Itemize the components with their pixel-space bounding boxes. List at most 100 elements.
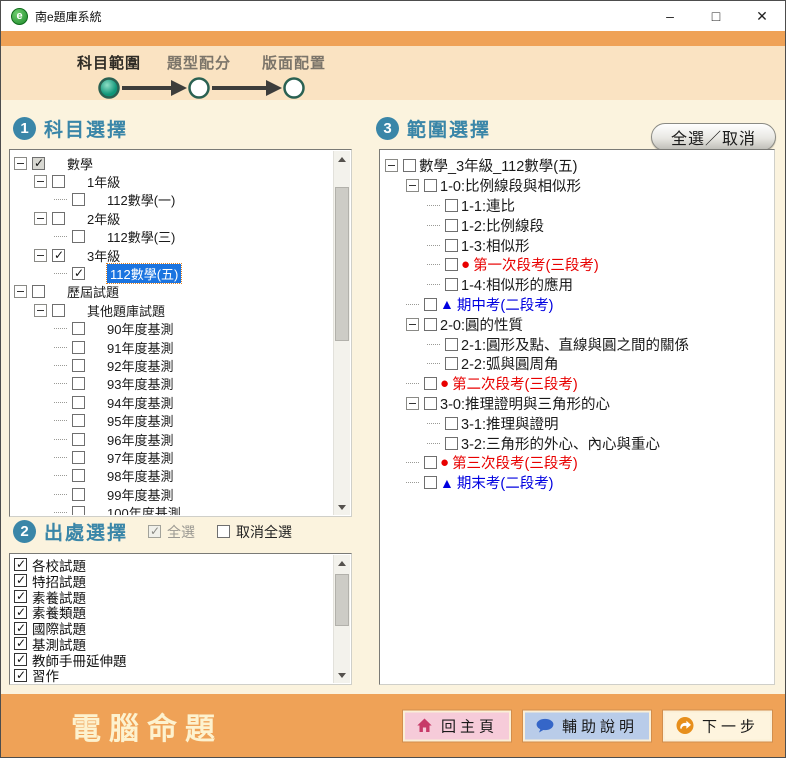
source-checkbox[interactable] <box>14 637 27 650</box>
tree-item-label[interactable]: 2-1:圓形及點、直線與圓之間的關係 <box>461 334 689 355</box>
tree-checkbox[interactable] <box>52 175 65 188</box>
tree-checkbox[interactable] <box>445 239 458 252</box>
tree-item-label[interactable]: 92年度基測 <box>107 356 173 375</box>
tree-checkbox[interactable] <box>424 318 437 331</box>
tree-item-label[interactable]: 1-0:比例線段與相似形 <box>440 175 581 196</box>
tree-checkbox[interactable] <box>72 377 85 390</box>
tree-checkbox[interactable] <box>72 414 85 427</box>
tree-item-label[interactable]: 第三次段考(三段考) <box>452 452 578 473</box>
tree-checkbox[interactable] <box>52 249 65 262</box>
tree-checkbox[interactable] <box>72 267 85 280</box>
expand-collapse-toggle[interactable] <box>406 318 419 331</box>
tree-item-label[interactable]: 94年度基測 <box>107 393 173 412</box>
tree-checkbox[interactable] <box>72 396 85 409</box>
tree-item-label[interactable]: 數學_3年級_112數學(五) <box>419 155 577 176</box>
minimize-button[interactable]: – <box>647 1 693 31</box>
deselect-all-control[interactable]: 取消全選 <box>217 522 292 542</box>
expand-collapse-toggle[interactable] <box>34 212 47 225</box>
tree-item-label[interactable]: 數學 <box>67 154 93 173</box>
tree-item-label[interactable]: 第二次段考(三段考) <box>452 373 578 394</box>
scroll-up-button[interactable] <box>334 151 350 167</box>
tree-checkbox[interactable] <box>72 193 85 206</box>
tree-checkbox[interactable] <box>445 219 458 232</box>
tree-item-label[interactable]: 91年度基測 <box>107 338 173 357</box>
source-list-scrollbar[interactable] <box>333 555 350 683</box>
expand-collapse-toggle[interactable] <box>14 285 27 298</box>
tree-item-label[interactable]: 95年度基測 <box>107 411 173 430</box>
expand-collapse-toggle[interactable] <box>34 304 47 317</box>
tree-checkbox[interactable] <box>445 338 458 351</box>
tree-checkbox[interactable] <box>72 488 85 501</box>
tree-checkbox[interactable] <box>72 230 85 243</box>
source-checkbox[interactable] <box>14 574 27 587</box>
tree-checkbox[interactable] <box>424 298 437 311</box>
tree-item-label[interactable]: 2年級 <box>87 209 120 228</box>
scrollbar-thumb[interactable] <box>335 187 349 341</box>
source-checkbox[interactable] <box>14 653 27 666</box>
tree-item-label[interactable]: 1年級 <box>87 172 120 191</box>
tree-item-label[interactable]: 其他題庫試題 <box>87 301 165 320</box>
help-button[interactable]: 輔助說明 <box>523 710 651 741</box>
tree-item-label[interactable]: 96年度基測 <box>107 430 173 449</box>
tree-item-label[interactable]: 歷屆試題 <box>67 282 119 301</box>
tree-checkbox[interactable] <box>445 199 458 212</box>
tree-checkbox[interactable] <box>424 377 437 390</box>
tree-checkbox[interactable] <box>445 258 458 271</box>
source-checkbox[interactable] <box>14 669 27 682</box>
tree-item-label[interactable]: 3-1:推理與證明 <box>461 413 559 434</box>
scroll-up-button[interactable] <box>334 555 350 571</box>
deselect-all-checkbox[interactable] <box>217 525 230 538</box>
tree-checkbox[interactable] <box>72 506 85 515</box>
tree-item-label[interactable]: 112數學(五) <box>107 264 181 283</box>
tree-item-label[interactable]: 2-2:弧與圓周角 <box>461 353 559 374</box>
home-button[interactable]: 回主頁 <box>403 710 511 741</box>
expand-collapse-toggle[interactable] <box>34 175 47 188</box>
tree-item-label[interactable]: 1-1:連比 <box>461 195 515 216</box>
expand-collapse-toggle[interactable] <box>406 397 419 410</box>
tree-checkbox[interactable] <box>445 437 458 450</box>
expand-collapse-toggle[interactable] <box>14 157 27 170</box>
tree-item-label[interactable]: 1-2:比例線段 <box>461 215 544 236</box>
close-button[interactable]: ✕ <box>739 1 785 31</box>
tree-item-label[interactable]: 97年度基測 <box>107 448 173 467</box>
tree-checkbox[interactable] <box>445 278 458 291</box>
source-checkbox[interactable] <box>14 590 27 603</box>
tree-item-label[interactable]: 112數學(一) <box>107 190 175 209</box>
tree-item-label[interactable]: 112數學(三) <box>107 227 175 246</box>
tree-checkbox[interactable] <box>72 322 85 335</box>
tree-checkbox[interactable] <box>445 357 458 370</box>
scrollbar-thumb[interactable] <box>335 574 349 626</box>
tree-item-label[interactable]: 1-3:相似形 <box>461 235 530 256</box>
tree-item-label[interactable]: 98年度基測 <box>107 466 173 485</box>
tree-checkbox[interactable] <box>424 397 437 410</box>
scroll-down-button[interactable] <box>334 667 350 683</box>
tree-checkbox[interactable] <box>72 433 85 446</box>
tree-item-label[interactable]: 期末考(二段考) <box>457 472 554 493</box>
tree-checkbox[interactable] <box>52 304 65 317</box>
expand-collapse-toggle[interactable] <box>406 179 419 192</box>
source-checkbox[interactable] <box>14 558 27 571</box>
select-all-control[interactable]: 全選 <box>148 522 195 542</box>
tree-item-label[interactable]: 期中考(二段考) <box>457 294 554 315</box>
scroll-down-button[interactable] <box>334 499 350 515</box>
tree-item-label[interactable]: 100年度基測 <box>107 503 181 515</box>
source-item-label[interactable]: 習作 <box>32 665 59 683</box>
tree-checkbox[interactable] <box>403 159 416 172</box>
tree-checkbox[interactable] <box>445 417 458 430</box>
tree-checkbox[interactable] <box>32 285 45 298</box>
tree-checkbox[interactable] <box>72 451 85 464</box>
tree-item-label[interactable]: 1-4:相似形的應用 <box>461 274 573 295</box>
tree-item-label[interactable]: 3-0:推理證明與三角形的心 <box>440 393 610 414</box>
tree-checkbox[interactable] <box>52 212 65 225</box>
tree-item-label[interactable]: 3年級 <box>87 246 120 265</box>
tree-item-label[interactable]: 99年度基測 <box>107 485 173 504</box>
next-step-button[interactable]: 下一步 <box>663 710 772 741</box>
tree-checkbox[interactable] <box>72 359 85 372</box>
expand-collapse-toggle[interactable] <box>34 249 47 262</box>
tree-item-label[interactable]: 93年度基測 <box>107 374 173 393</box>
subject-tree-scrollbar[interactable] <box>333 151 350 515</box>
select-all-checkbox[interactable] <box>148 525 161 538</box>
expand-collapse-toggle[interactable] <box>385 159 398 172</box>
tree-checkbox[interactable] <box>424 179 437 192</box>
tree-item-label[interactable]: 90年度基測 <box>107 319 173 338</box>
